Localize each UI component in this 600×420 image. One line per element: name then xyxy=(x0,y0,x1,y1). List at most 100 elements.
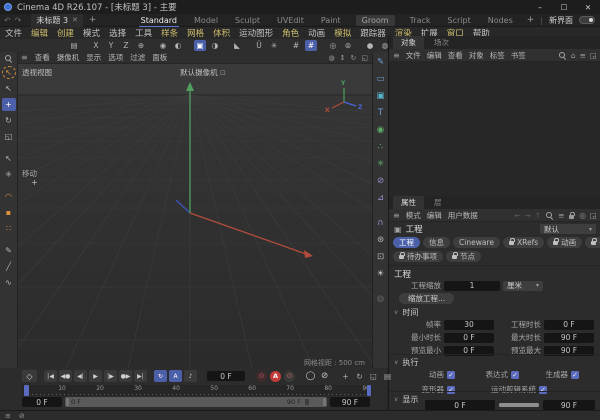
chip-animation[interactable]: 动画 xyxy=(547,237,582,248)
scale-project-button[interactable]: 缩放工程... xyxy=(399,293,454,304)
camera-icon[interactable]: ⊡ xyxy=(374,250,387,263)
render-settings-icon[interactable]: ◐ xyxy=(172,40,184,51)
camera-label[interactable]: 默认摄像机 ⊡ xyxy=(158,67,248,78)
chip-todo[interactable]: 待办事项 xyxy=(393,251,443,262)
tab-objects[interactable]: 对象 xyxy=(393,36,424,49)
rotate-tool-icon[interactable]: ↻ xyxy=(2,114,16,127)
motext-icon[interactable]: T xyxy=(374,106,387,119)
display-section-header[interactable]: ∨ 显示 xyxy=(394,394,418,405)
render-view-icon[interactable]: ◉ xyxy=(157,40,169,51)
tab-close-icon[interactable]: ✕ xyxy=(72,16,78,24)
search-icon[interactable] xyxy=(558,51,567,60)
prev-frame-icon[interactable]: ◀| xyxy=(74,370,87,382)
quantize-icon[interactable]: ✳ xyxy=(268,40,280,51)
menu-item[interactable]: 网格 xyxy=(187,27,204,39)
expand-icon[interactable]: ◲ xyxy=(590,51,597,60)
om-menu-item[interactable]: 文件 xyxy=(406,50,421,61)
coordinate-system-icon[interactable]: ⊕ xyxy=(135,40,147,51)
preview-range-slider[interactable]: 0 F 90 F xyxy=(65,397,327,407)
viewport-menu-item[interactable]: 摄像机 xyxy=(57,52,80,63)
viewport-menu-item[interactable]: 过滤 xyxy=(130,52,145,63)
next-frame-icon[interactable]: |▶ xyxy=(104,370,117,382)
snap-move-icon[interactable]: ↖ xyxy=(2,152,16,165)
object-list[interactable] xyxy=(389,62,600,196)
close-button[interactable]: ✕ xyxy=(576,0,600,14)
live-selection-icon[interactable]: ↖ xyxy=(2,66,16,79)
axis-sphere-icon[interactable]: ● xyxy=(364,40,376,51)
om-menu-item[interactable]: 标签 xyxy=(490,50,505,61)
grid-snap-icon[interactable]: # xyxy=(290,40,302,51)
project-scale-field[interactable]: 1 xyxy=(444,281,500,291)
loop-icon[interactable]: ↻ xyxy=(154,370,167,382)
menu-item[interactable]: 文件 xyxy=(5,27,22,39)
doc-start-field[interactable]: 0 F xyxy=(425,400,495,410)
edge-tool-icon[interactable]: ◠ xyxy=(2,190,16,203)
execution-section-header[interactable]: ∨ 执行 xyxy=(394,357,418,368)
om-menu-item[interactable]: 编辑 xyxy=(427,50,442,61)
tab-takes[interactable]: 场次 xyxy=(426,36,457,49)
range-end-marker[interactable] xyxy=(367,385,371,396)
subdivision-surface-icon[interactable]: ◉ xyxy=(374,123,387,136)
play-icon[interactable]: ▶ xyxy=(89,370,102,382)
checkbox-checked-icon[interactable]: ✓ xyxy=(511,371,519,379)
record-pos-icon[interactable]: + xyxy=(340,371,351,382)
sound-icon[interactable]: ♪ xyxy=(184,370,197,382)
spline-pen-icon[interactable]: ◑ xyxy=(209,40,221,51)
menu-item[interactable]: 跟踪器 xyxy=(360,27,386,39)
next-key-icon[interactable]: ●▶ xyxy=(119,370,132,382)
doc-end-field[interactable]: 90 F xyxy=(543,400,595,410)
om-menu-item[interactable]: 书签 xyxy=(511,50,526,61)
pen-tool-icon[interactable]: ✎ xyxy=(2,244,16,257)
menu-item[interactable]: 工具 xyxy=(135,27,152,39)
filter-icon[interactable]: ≡ xyxy=(558,211,564,220)
snap-magnet-icon[interactable]: Ü xyxy=(253,40,265,51)
interface-toggle[interactable] xyxy=(579,16,595,24)
viewport[interactable]: ≡ 查看摄像机显示选项过滤面板 ◍↕↻◱ xyxy=(18,52,372,368)
tab-layers[interactable]: 层 xyxy=(426,196,450,209)
layout-tab-script[interactable]: Script xyxy=(446,15,473,26)
horizontal-scrollbar[interactable] xyxy=(499,403,539,407)
add-document-button[interactable]: + xyxy=(89,15,97,25)
selection-extra-icon[interactable]: ↖ xyxy=(2,82,16,95)
spline-pen-icon[interactable]: ✎ xyxy=(374,55,387,68)
check-animation[interactable]: 动画 ✓ xyxy=(399,369,455,380)
menu-item[interactable]: 创建 xyxy=(57,27,74,39)
forward-icon[interactable]: → xyxy=(524,211,530,220)
target-axis-icon[interactable]: ◎ xyxy=(327,40,339,51)
sky-icon[interactable]: ⊛ xyxy=(374,233,387,246)
rectangle-spline-icon[interactable]: ▭ xyxy=(374,72,387,85)
unit-dropdown[interactable]: 厘米 ▾ xyxy=(503,281,543,291)
point-snap-icon[interactable]: ✳ xyxy=(2,168,16,181)
menu-item[interactable]: 角色 xyxy=(282,27,299,39)
menu-item[interactable]: 模式 xyxy=(83,27,100,39)
checkbox-checked-icon[interactable]: ✓ xyxy=(447,371,455,379)
check-expressions[interactable]: 表达式 ✓ xyxy=(455,369,519,380)
layout-tab-model[interactable]: Model xyxy=(192,15,220,26)
menu-item[interactable]: 模拟 xyxy=(334,27,351,39)
time-field[interactable]: 0 F xyxy=(444,333,494,343)
knife-tool-icon[interactable]: ╱ xyxy=(2,260,16,273)
point-tool-icon[interactable]: ∷ xyxy=(2,222,16,235)
polygon-tool-icon[interactable]: ▪ xyxy=(2,206,16,219)
autokey-frame-icon[interactable]: A xyxy=(169,370,182,382)
range-handle[interactable] xyxy=(305,399,309,405)
layout-tab-paint[interactable]: Paint xyxy=(319,15,343,26)
playhead[interactable] xyxy=(24,385,29,396)
back-icon[interactable]: ← xyxy=(514,211,520,220)
viewport-menu-item[interactable]: 面板 xyxy=(152,52,167,63)
menu-item[interactable]: 动画 xyxy=(308,27,325,39)
viewport-canvas[interactable]: Y X Z xyxy=(18,64,372,368)
home-icon[interactable]: ⌂ xyxy=(571,51,576,60)
filter-icon[interactable]: ≡ xyxy=(580,51,586,60)
zoom-tool-icon[interactable] xyxy=(4,54,13,63)
range-end-field[interactable]: 90 F xyxy=(330,397,370,407)
undo-icon[interactable]: ↶ xyxy=(4,16,11,25)
field-icon[interactable]: ✳ xyxy=(374,157,387,170)
chip-nodes[interactable]: 节点 xyxy=(446,251,481,262)
prev-key-icon[interactable]: ◀● xyxy=(59,370,72,382)
axis-x-lock[interactable]: X xyxy=(90,40,102,51)
keyframe-selection-icon[interactable]: ◯ xyxy=(305,371,316,382)
checkbox-checked-icon[interactable]: ✓ xyxy=(447,386,455,394)
sketch-spline-icon[interactable]: ∿ xyxy=(2,276,16,289)
record-rotation-icon[interactable]: ↻ xyxy=(354,371,365,382)
